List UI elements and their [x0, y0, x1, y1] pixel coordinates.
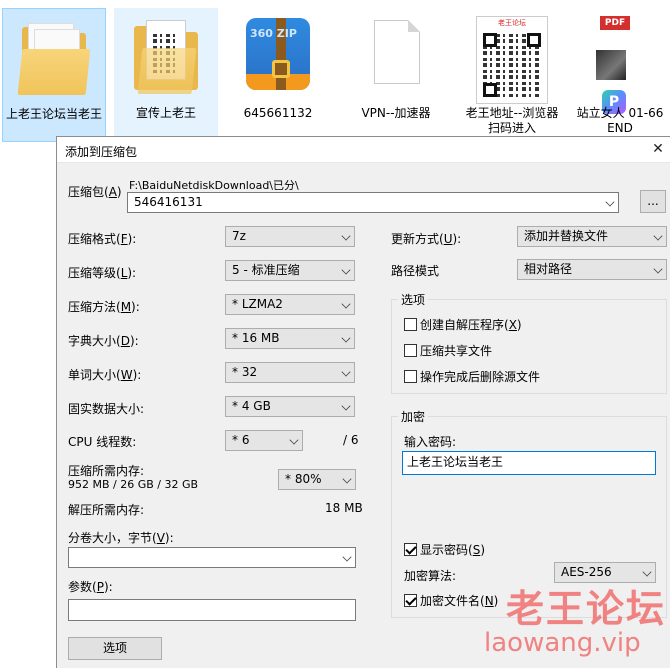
chevron-down-icon: [341, 333, 351, 343]
file-item-pdf[interactable]: PDF P 站立女人 01-66 END: [570, 8, 670, 142]
file-item-folder-laowang[interactable]: 上老王论坛当老王: [2, 8, 106, 142]
file-name: 宣传上老王: [135, 106, 196, 120]
pdf-badge: PDF: [600, 16, 630, 30]
chevron-down-icon: [642, 567, 652, 577]
format-label: 压缩格式(F):: [68, 232, 137, 246]
archive-name-combobox[interactable]: 546416131: [127, 192, 619, 213]
update-mode-select[interactable]: 添加并替换文件: [517, 226, 667, 247]
create-sfx-checkbox[interactable]: 创建自解压程序(X): [404, 316, 522, 333]
file-name: 上老王论坛当老王: [5, 107, 102, 121]
chevron-down-icon: [342, 474, 352, 484]
password-input[interactable]: 上老王论坛当老王: [402, 451, 656, 475]
level-select[interactable]: 5 - 标准压缩: [225, 260, 355, 281]
method-select[interactable]: * LZMA2: [225, 294, 355, 315]
close-icon[interactable]: ✕: [649, 140, 667, 158]
checkbox-box: [404, 344, 417, 357]
path-mode-label: 路径模式: [391, 264, 440, 278]
encrypt-filenames-checkbox[interactable]: 加密文件名(N): [404, 592, 498, 609]
chevron-down-icon[interactable]: [605, 197, 615, 207]
encryption-method-label: 加密算法:: [404, 569, 457, 583]
archive-path: F:\BaiduNetdiskDownload\已分\: [129, 179, 299, 192]
compress-memory-detail: 952 MB / 26 GB / 32 GB: [68, 478, 199, 491]
solid-block-label: 固实数据大小:: [68, 402, 145, 416]
file-name: 645661132: [243, 106, 313, 120]
checkbox-box: [404, 594, 417, 607]
show-password-checkbox[interactable]: 显示密码(S): [404, 541, 485, 558]
chevron-down-icon: [341, 265, 351, 275]
encryption-group-title: 加密: [398, 408, 429, 425]
checkbox-box: [404, 370, 417, 383]
pdf-icon: PDF P: [580, 14, 660, 114]
chevron-down-icon: [341, 401, 351, 411]
folder-icon: [14, 15, 94, 105]
word-size-select[interactable]: * 32: [225, 362, 355, 383]
file-name: 老王地址--浏览器扫码进入: [465, 106, 559, 135]
level-label: 压缩等级(L):: [68, 266, 137, 280]
file-item-folder-promo[interactable]: 宣传上老王: [114, 8, 218, 142]
options-group: 选项 创建自解压程序(X) 压缩共享文件 操作完成后删除源文件: [391, 291, 667, 394]
memory-percent-select[interactable]: * 80%: [278, 469, 356, 490]
archive-name-value: 546416131: [134, 195, 203, 209]
watermark-text-en: laowang.vip: [484, 628, 641, 658]
parameters-input[interactable]: [68, 599, 356, 621]
zip-archive-icon: 360 ZIP: [238, 14, 318, 104]
file-item-zip[interactable]: 360 ZIP 645661132: [226, 8, 330, 142]
cpu-threads-select[interactable]: * 6: [225, 430, 303, 451]
file-name: VPN--加速器: [361, 106, 431, 120]
path-mode-select[interactable]: 相对路径: [517, 259, 667, 280]
photo-thumbnail-icon: [596, 50, 626, 80]
qr-code-icon: 老王论坛: [472, 14, 552, 104]
word-size-label: 单词大小(W):: [68, 368, 142, 382]
chevron-down-icon: [341, 231, 351, 241]
file-item-qr-image[interactable]: 老王论坛 老王地址--浏览器扫码进入: [460, 8, 564, 142]
delete-after-checkbox[interactable]: 操作完成后删除源文件: [404, 368, 540, 385]
file-item-document[interactable]: VPN--加速器: [344, 8, 448, 142]
chevron-down-icon: [653, 231, 663, 241]
document-icon: [356, 14, 436, 104]
split-size-combobox[interactable]: [68, 547, 356, 568]
chevron-down-icon: [289, 435, 299, 445]
decompress-memory-label: 解压所需内存:: [68, 503, 145, 517]
cpu-threads-max: / 6: [343, 433, 359, 447]
dictionary-size-label: 字典大小(D):: [68, 334, 139, 348]
watermark-text-cn: 老王论坛: [506, 587, 667, 631]
update-mode-label: 更新方式(U):: [391, 232, 462, 246]
cpu-threads-label: CPU 线程数:: [68, 435, 137, 449]
solid-block-select[interactable]: * 4 GB: [225, 396, 355, 417]
password-label: 输入密码:: [404, 435, 457, 449]
dictionary-size-select[interactable]: * 16 MB: [225, 328, 355, 349]
dialog-title: 添加到压缩包: [65, 145, 138, 159]
archive-label: 压缩包(A): [68, 185, 122, 199]
compress-shared-checkbox[interactable]: 压缩共享文件: [404, 342, 492, 359]
browse-button[interactable]: ...: [640, 190, 666, 213]
title-bar: 添加到压缩包 ✕: [57, 137, 670, 163]
file-name: 站立女人 01-66 END: [576, 106, 664, 135]
method-label: 压缩方法(M):: [68, 300, 140, 314]
decompress-memory-value: 18 MB: [325, 501, 363, 515]
chevron-down-icon: [341, 299, 351, 309]
format-select[interactable]: 7z: [225, 226, 355, 247]
chevron-down-icon: [653, 264, 663, 274]
chevron-down-icon: [342, 552, 352, 562]
compress-memory-label: 压缩所需内存:: [68, 464, 145, 478]
checkbox-box: [404, 543, 417, 556]
split-size-label: 分卷大小，字节(V):: [68, 531, 174, 545]
zip-icon-text: 360 ZIP: [250, 27, 297, 40]
options-button[interactable]: 选项: [68, 637, 162, 660]
options-group-title: 选项: [398, 291, 429, 308]
checkbox-box: [404, 318, 417, 331]
chevron-down-icon: [341, 367, 351, 377]
folder-icon: [126, 14, 206, 104]
qr-badge: 老王论坛: [498, 19, 526, 27]
parameters-label: 参数(P):: [68, 580, 113, 594]
